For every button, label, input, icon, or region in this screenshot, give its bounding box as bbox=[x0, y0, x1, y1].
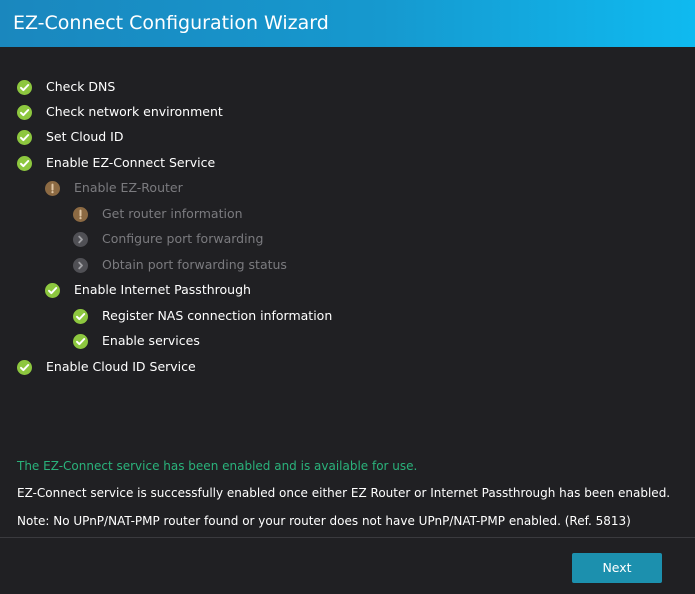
check-circle-icon bbox=[17, 155, 32, 171]
step-label: Check DNS bbox=[46, 79, 116, 94]
step-obtain-port-forwarding-status: Obtain port forwarding status bbox=[73, 255, 287, 275]
chevron-circle-icon bbox=[73, 231, 88, 247]
step-label: Configure port forwarding bbox=[102, 231, 264, 246]
step-label: Enable EZ-Router bbox=[74, 180, 183, 195]
check-circle-icon bbox=[73, 333, 88, 349]
step-enable-ez-connect-service: Enable EZ-Connect Service bbox=[17, 153, 215, 173]
wizard-title: EZ-Connect Configuration Wizard bbox=[13, 12, 329, 34]
step-label: Set Cloud ID bbox=[46, 129, 124, 144]
step-set-cloud-id: Set Cloud ID bbox=[17, 127, 124, 147]
check-circle-icon bbox=[17, 359, 32, 375]
step-get-router-information: Get router information bbox=[73, 204, 243, 224]
check-circle-icon bbox=[73, 308, 88, 324]
check-circle-icon bbox=[45, 282, 60, 298]
exclamation-circle-icon bbox=[45, 180, 60, 196]
check-circle-icon bbox=[17, 104, 32, 120]
title-bar: EZ-Connect Configuration Wizard bbox=[0, 0, 695, 47]
step-enable-services: Enable services bbox=[73, 331, 200, 351]
wizard-window: EZ-Connect Configuration Wizard Check DN… bbox=[0, 0, 695, 594]
step-label: Enable Cloud ID Service bbox=[46, 359, 196, 374]
step-label: Get router information bbox=[102, 206, 243, 221]
info-message: EZ-Connect service is successfully enabl… bbox=[17, 486, 671, 500]
step-check-network-environment: Check network environment bbox=[17, 102, 223, 122]
step-label: Check network environment bbox=[46, 104, 223, 119]
footer-divider bbox=[0, 537, 695, 538]
step-label: Obtain port forwarding status bbox=[102, 257, 287, 272]
step-label: Register NAS connection information bbox=[102, 308, 333, 323]
chevron-circle-icon bbox=[73, 257, 88, 273]
step-enable-ez-router: Enable EZ-Router bbox=[45, 178, 183, 198]
note-message: Note: No UPnP/NAT-PMP router found or yo… bbox=[17, 514, 631, 528]
step-label: Enable services bbox=[102, 333, 200, 348]
step-register-nas-connection-information: Register NAS connection information bbox=[73, 306, 332, 326]
success-message: The EZ-Connect service has been enabled … bbox=[17, 459, 418, 473]
check-circle-icon bbox=[17, 79, 32, 95]
step-enable-cloud-id-service: Enable Cloud ID Service bbox=[17, 357, 196, 377]
exclamation-circle-icon bbox=[73, 206, 88, 222]
check-circle-icon bbox=[17, 129, 32, 145]
step-label: Enable EZ-Connect Service bbox=[46, 155, 216, 170]
step-label: Enable Internet Passthrough bbox=[74, 282, 251, 297]
step-configure-port-forwarding: Configure port forwarding bbox=[73, 229, 263, 249]
step-check-dns: Check DNS bbox=[17, 77, 115, 97]
next-button[interactable]: Next bbox=[572, 553, 662, 583]
step-enable-internet-passthrough: Enable Internet Passthrough bbox=[45, 280, 251, 300]
